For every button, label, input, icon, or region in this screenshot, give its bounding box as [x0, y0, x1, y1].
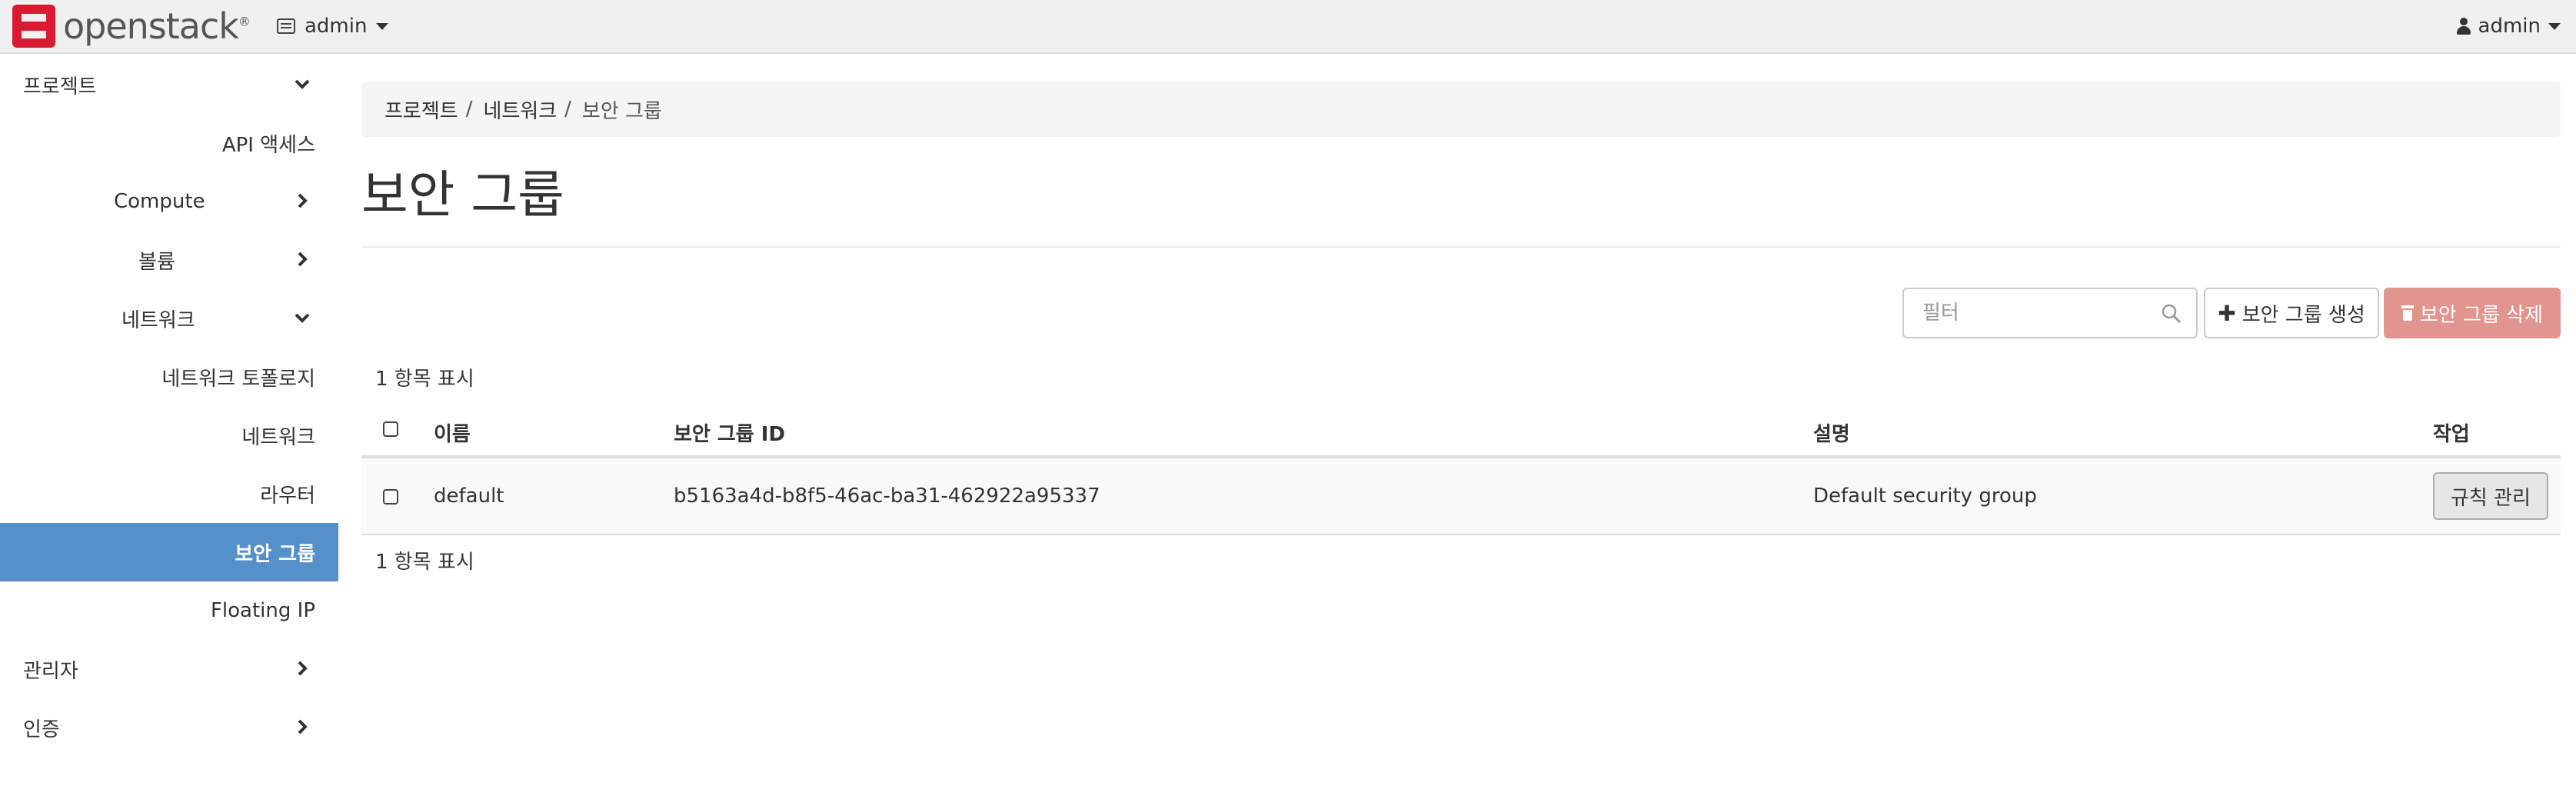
column-header-name[interactable]: 이름: [434, 418, 471, 447]
sidebar-item-security-groups[interactable]: 보안 그룹: [0, 523, 338, 581]
sidebar-item-api-access[interactable]: API 액세스: [0, 114, 338, 172]
chevron-right-icon: [294, 718, 311, 735]
sidebar-item-label: 네트워크 토폴로지: [161, 367, 315, 391]
delete-security-groups-label: 보안 그룹 삭제: [2419, 303, 2544, 327]
sidebar-item-project[interactable]: 프로젝트: [0, 55, 338, 114]
sidebar-item-label: 네트워크: [121, 308, 195, 332]
sidebar-item-networks[interactable]: 네트워크: [0, 406, 338, 465]
logo-text: openstack: [63, 5, 239, 47]
caret-down-icon: [376, 22, 389, 30]
caret-down-icon: [2548, 22, 2561, 30]
sidebar-item-network-topology[interactable]: 네트워크 토폴로지: [0, 348, 338, 406]
chevron-right-icon: [294, 660, 311, 677]
chevron-down-icon: [294, 75, 311, 92]
sidebar-item-floating-ip[interactable]: Floating IP: [0, 581, 338, 640]
openstack-logo[interactable]: openstack®: [12, 5, 251, 48]
project-icon: [277, 18, 295, 34]
breadcrumb-separator: /: [564, 98, 571, 121]
sidebar-item-volumes[interactable]: 볼륨: [0, 231, 338, 289]
top-navbar: openstack® admin admin: [0, 0, 2576, 54]
breadcrumb-separator: /: [465, 98, 473, 121]
title-divider: [361, 246, 2561, 248]
cell-description: Default security group: [1813, 485, 2037, 508]
user-menu[interactable]: admin: [2456, 11, 2561, 42]
sidebar-item-network-group[interactable]: 네트워크: [0, 289, 338, 348]
sidebar-item-label: 라우터: [260, 484, 315, 508]
user-icon: [2456, 18, 2471, 35]
create-security-group-label: 보안 그룹 생성: [2242, 303, 2365, 327]
manage-rules-button[interactable]: 규칙 관리: [2433, 472, 2548, 520]
item-count-bottom: 1 항목 표시: [375, 551, 474, 574]
project-selector[interactable]: admin: [277, 11, 389, 42]
cell-name: default: [434, 485, 504, 508]
plus-icon: ✚: [2218, 300, 2236, 326]
column-header-id[interactable]: 보안 그룹 ID: [674, 418, 785, 447]
breadcrumb-item-project[interactable]: 프로젝트: [384, 95, 458, 124]
sidebar-item-label: 볼륨: [138, 250, 175, 274]
sidebar-item-label: 보안 그룹: [235, 542, 315, 566]
breadcrumb-item-current: 보안 그룹: [581, 99, 662, 123]
project-selector-label: admin: [305, 15, 368, 38]
sidebar-item-label: 프로젝트: [23, 75, 97, 98]
sidebar: 프로젝트 API 액세스 Compute 볼륨 네트워크 네트워크 토폴로지 네…: [0, 55, 338, 806]
sidebar-item-routers[interactable]: 라우터: [0, 465, 338, 523]
breadcrumb-item-network[interactable]: 네트워크: [483, 95, 557, 124]
column-header-description[interactable]: 설명: [1813, 418, 1850, 447]
sidebar-item-identity[interactable]: 인증: [0, 698, 338, 757]
cell-id: b5163a4d-b8f5-46ac-ba31-462922a95337: [674, 485, 1100, 508]
chevron-down-icon: [294, 309, 311, 326]
create-security-group-button[interactable]: ✚ 보안 그룹 생성: [2204, 288, 2379, 338]
select-all-checkbox[interactable]: [383, 421, 398, 437]
sidebar-item-label: Floating IP: [210, 599, 315, 622]
sidebar-item-label: 인증: [23, 718, 60, 741]
filter-field: [1902, 288, 2198, 338]
user-menu-label: admin: [2478, 15, 2541, 38]
sidebar-item-label: 네트워크: [241, 425, 315, 449]
delete-security-groups-button[interactable]: 보안 그룹 삭제: [2384, 288, 2561, 338]
column-header-actions: 작업: [2433, 423, 2470, 446]
table-row: default b5163a4d-b8f5-46ac-ba31-462922a9…: [361, 458, 2561, 535]
filter-input[interactable]: [1905, 291, 2152, 335]
sidebar-item-admin[interactable]: 관리자: [0, 640, 338, 698]
sidebar-item-label: API 액세스: [221, 133, 315, 157]
item-count-top: 1 항목 표시: [375, 368, 474, 391]
breadcrumb: 프로젝트 / 네트워크 / 보안 그룹: [361, 82, 2561, 137]
chevron-right-icon: [294, 192, 311, 209]
openstack-logo-icon: [12, 5, 55, 48]
logo-registered-mark: ®: [238, 14, 251, 29]
sidebar-item-label: Compute: [114, 190, 205, 213]
chevron-right-icon: [294, 251, 311, 268]
sidebar-item-label: 관리자: [23, 659, 78, 683]
sidebar-item-compute[interactable]: Compute: [0, 172, 338, 231]
row-checkbox[interactable]: [383, 489, 398, 505]
trash-icon: [2401, 305, 2414, 321]
search-icon[interactable]: [2161, 303, 2182, 325]
page-title: 보안 그룹: [361, 165, 564, 225]
